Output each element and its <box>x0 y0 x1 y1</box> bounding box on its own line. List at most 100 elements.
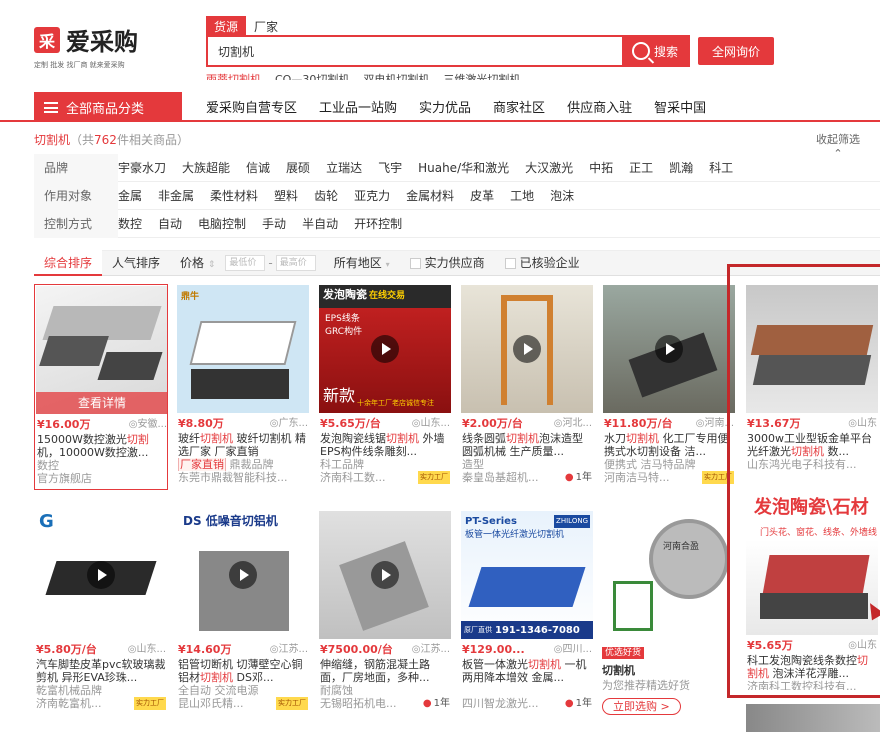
seller-name[interactable]: 无锡昭拓机电... <box>320 697 397 710</box>
product-title[interactable]: 铝管切断机 切薄壁空心铜铝材切割机 DS邓... <box>178 658 308 684</box>
nav-link[interactable]: 实力优品 <box>419 97 471 116</box>
seller-name[interactable]: 秦皇岛基超机... <box>462 471 539 484</box>
filter-option[interactable]: 宇豪水刀 <box>118 159 166 176</box>
product-card[interactable]: ¥11.80万/台 ◎河南... 水刀切割机 化工厂专用便携式水切割设备 洁... 便… <box>602 284 736 490</box>
nav-link[interactable]: 爱采购自营专区 <box>206 97 297 116</box>
search-input[interactable] <box>208 37 622 65</box>
product-title[interactable]: 汽车脚垫皮革pvc软玻璃裁剪机 异形EVA珍珠... <box>36 658 166 684</box>
video-play-icon[interactable] <box>655 335 683 363</box>
product-image[interactable]: 河南合盈 <box>603 511 735 639</box>
filter-option[interactable]: 科工 <box>709 159 733 176</box>
product-image[interactable] <box>461 285 593 413</box>
sort-price[interactable]: 价格 ⇕ <box>170 250 225 276</box>
filter-option[interactable]: 信诚 <box>246 159 270 176</box>
video-play-icon[interactable] <box>371 561 399 589</box>
product-card[interactable]: PT-Series ZHILONG 板管一体光纤激光切割机 原厂直供 191-13… <box>460 510 594 716</box>
filter-option[interactable]: 柔性材料 <box>210 187 258 204</box>
product-card[interactable]: 查看详情 ¥16.00万 ◎安徽... 15000W数控激光切割机，10000W数控… <box>34 284 168 490</box>
seller-name[interactable]: 四川智龙激光... <box>462 697 539 710</box>
product-image[interactable]: 发泡陶瓷 在线交易 EPS线条 GRC构件 新款 十余年工厂老店诚信专注 <box>319 285 451 413</box>
search-button[interactable]: 搜索 <box>622 37 688 65</box>
filter-option[interactable]: 大族超能 <box>182 159 230 176</box>
filter-option[interactable]: 凯瀚 <box>669 159 693 176</box>
filter-option[interactable]: 金属 <box>118 187 142 204</box>
hot-word[interactable]: CQ—30切割机 <box>275 69 349 80</box>
product-card[interactable]: ¥7500.00/台 ◎江苏... 伸缩缝，钢筋混凝土路面，厂房地面，多种... 耐腐… <box>318 510 452 716</box>
filter-option[interactable]: 泡沫 <box>550 187 574 204</box>
product-image[interactable]: PT-Series ZHILONG 板管一体光纤激光切割机 原厂直供 191-13… <box>461 511 593 639</box>
nav-link[interactable]: 智采中国 <box>654 97 706 116</box>
video-play-icon[interactable] <box>229 561 257 589</box>
product-title[interactable]: 板管一体激光切割机 一机两用降本增效 金属... <box>462 658 592 684</box>
nav-link[interactable]: 供应商入驻 <box>567 97 632 116</box>
filter-option[interactable]: Huahe/华和激光 <box>418 159 509 176</box>
product-card[interactable]: G ¥5.80万/台 ◎山东... 汽车脚垫皮革pvc软玻璃裁剪机 异形EVA珍珠.… <box>34 510 168 716</box>
strong-supplier-checkbox[interactable]: 实力供应商 <box>400 250 495 276</box>
seller-name[interactable]: 济南科工数... <box>320 471 386 484</box>
seller-name[interactable]: 昆山邓氏精... <box>178 697 244 710</box>
filter-option[interactable]: 中拓 <box>589 159 613 176</box>
filter-option[interactable]: 立瑞达 <box>326 159 362 176</box>
product-title[interactable]: 伸缩缝，钢筋混凝土路面，厂房地面，多种... <box>320 658 450 684</box>
filter-option[interactable]: 金属材料 <box>406 187 454 204</box>
video-play-icon[interactable] <box>87 561 115 589</box>
product-title[interactable]: 发泡陶瓷线锯切割机 外墙EPS构件线条雕刻... <box>320 432 450 458</box>
seller-name[interactable]: 东莞市鼎裁智能科技... <box>178 471 288 484</box>
product-card[interactable]: ¥2.00万/台 ◎河北... 线条圆弧切割机泡沫造型圆弧机械 生产质量... 造型秦… <box>460 284 594 490</box>
product-image[interactable] <box>603 285 735 413</box>
tab-goods[interactable]: 货源 <box>206 16 247 37</box>
product-title[interactable]: 水刀切割机 化工厂专用便携式水切割设备 洁... <box>604 432 734 458</box>
inquiry-button[interactable]: 全网询价 <box>698 37 774 65</box>
view-detail-overlay[interactable]: 查看详情 <box>36 392 167 414</box>
product-card[interactable]: 河南合盈 优选好货 切割机 为您推荐精选好货 立即选购 > <box>602 510 736 716</box>
filter-option[interactable]: 手动 <box>262 215 286 232</box>
sort-popularity[interactable]: 人气排序 <box>102 250 170 276</box>
min-price-input[interactable]: 最低价 <box>225 255 266 271</box>
product-image[interactable]: 鼎牛 <box>177 285 309 413</box>
filter-option[interactable]: 开环控制 <box>354 215 402 232</box>
filter-option[interactable]: 电脑控制 <box>198 215 246 232</box>
filter-option[interactable]: 飞宇 <box>378 159 402 176</box>
hot-word[interactable]: 雨蒂切割机 <box>206 69 261 80</box>
product-title[interactable]: 线条圆弧切割机泡沫造型圆弧机械 生产质量... <box>462 432 592 458</box>
site-logo[interactable]: 采 爱采购 <box>34 22 138 57</box>
filter-option[interactable]: 亚克力 <box>354 187 390 204</box>
verified-checkbox[interactable]: 已核验企业 <box>495 250 590 276</box>
filter-option[interactable]: 自动 <box>158 215 182 232</box>
product-title[interactable]: 玻纤切割机 玻纤切割机 精选厂家 厂家直销 <box>178 432 308 458</box>
filter-option[interactable]: 齿轮 <box>314 187 338 204</box>
product-card[interactable]: 鼎牛 ¥8.80万 ◎广东... 玻纤切割机 玻纤切割机 精选厂家 厂家直销 厂家直销… <box>176 284 310 490</box>
product-image[interactable]: DS 低噪音切铝机 <box>177 511 309 639</box>
max-price-input[interactable]: 最高价 <box>275 255 316 271</box>
filter-option[interactable]: 数控 <box>118 215 142 232</box>
sort-default[interactable]: 综合排序 <box>34 250 103 276</box>
product-card[interactable]: 发泡陶瓷 在线交易 EPS线条 GRC构件 新款 十余年工厂老店诚信专注 ¥5.65… <box>318 284 452 490</box>
seller-name[interactable]: 济南乾富机... <box>36 697 102 710</box>
nav-link[interactable]: 商家社区 <box>493 97 545 116</box>
filter-option[interactable]: 大汉激光 <box>525 159 573 176</box>
nav-link[interactable]: 工业品一站购 <box>319 97 397 116</box>
filter-option[interactable]: 塑料 <box>274 187 298 204</box>
product-image[interactable]: 查看详情 <box>36 286 167 414</box>
filter-option[interactable]: 半自动 <box>302 215 338 232</box>
filter-option[interactable]: 非金属 <box>158 187 194 204</box>
next-product-image[interactable] <box>746 704 880 732</box>
product-title[interactable]: 15000W数控激光切割机，10000W数控激... <box>37 433 167 459</box>
region-select[interactable]: 所有地区 ▾ <box>324 250 400 276</box>
filter-option[interactable]: 正工 <box>629 159 653 176</box>
tab-factory[interactable]: 厂家 <box>246 16 286 37</box>
product-image[interactable]: G <box>35 511 167 639</box>
seller-name[interactable]: 河南洁马特... <box>604 471 670 484</box>
seller-name[interactable]: 官方旗舰店 <box>37 472 92 485</box>
filter-option[interactable]: 工地 <box>510 187 534 204</box>
product-image[interactable] <box>319 511 451 639</box>
filter-option[interactable]: 皮革 <box>470 187 494 204</box>
hot-word[interactable]: 三维激光切割机 <box>443 69 520 80</box>
shop-now-button[interactable]: 立即选购 > <box>602 698 681 715</box>
product-card[interactable]: DS 低噪音切铝机 ¥14.60万 ◎江苏... 铝管切断机 切薄壁空心铜铝材切割机… <box>176 510 310 716</box>
hot-word[interactable]: 双电机切割机 <box>363 69 429 80</box>
video-play-icon[interactable] <box>371 335 399 363</box>
filter-option[interactable]: 展硕 <box>286 159 310 176</box>
category-menu-button[interactable]: 全部商品分类 <box>34 92 182 122</box>
video-play-icon[interactable] <box>513 335 541 363</box>
